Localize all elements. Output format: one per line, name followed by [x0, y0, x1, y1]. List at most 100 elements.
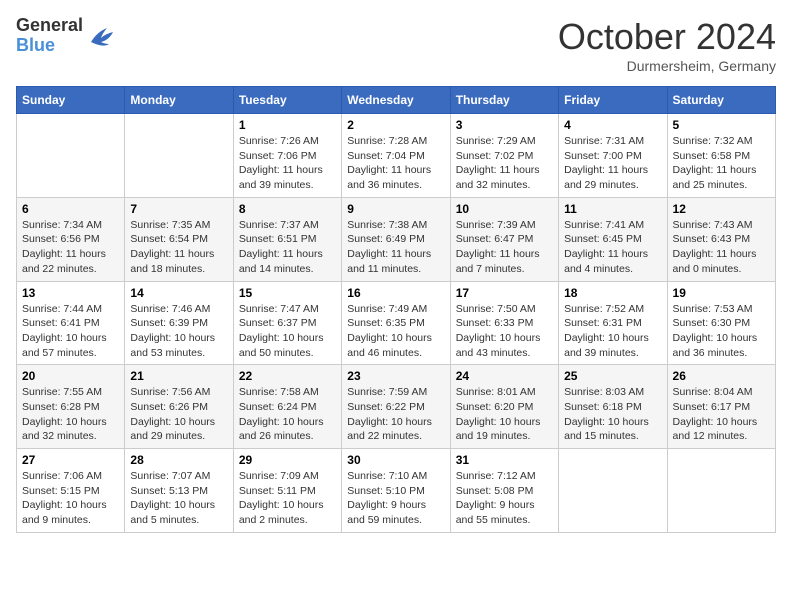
- day-number: 29: [239, 453, 336, 467]
- calendar-cell: 9 Sunrise: 7:38 AMSunset: 6:49 PMDaylight…: [342, 197, 450, 281]
- week-row-1: 1 Sunrise: 7:26 AMSunset: 7:06 PMDaylight…: [17, 114, 776, 198]
- day-number: 11: [564, 202, 661, 216]
- calendar-cell: 17 Sunrise: 7:50 AMSunset: 6:33 PMDayligh…: [450, 281, 558, 365]
- calendar-cell: 15Sunrise: 7:47 AMSunset: 6:37 PMDayligh…: [233, 281, 341, 365]
- day-info: Sunrise: 7:46 AMSunset: 6:39 PMDaylight:…: [130, 302, 227, 361]
- day-info: Sunrise: 7:29 AMSunset: 7:02 PMDaylight:…: [456, 134, 553, 193]
- logo-blue: Blue: [16, 35, 55, 55]
- calendar-cell: 13 Sunrise: 7:44 AMSunset: 6:41 PMDayligh…: [17, 281, 125, 365]
- day-number: 14: [130, 286, 227, 300]
- calendar-cell: 1 Sunrise: 7:26 AMSunset: 7:06 PMDaylight…: [233, 114, 341, 198]
- day-number: 2: [347, 118, 444, 132]
- calendar-cell: 5Sunrise: 7:32 AMSunset: 6:58 PMDaylight…: [667, 114, 775, 198]
- day-info: Sunrise: 7:59 AMSunset: 6:22 PMDaylight:…: [347, 385, 444, 444]
- calendar-cell: 12 Sunrise: 7:43 AMSunset: 6:43 PMDayligh…: [667, 197, 775, 281]
- day-number: 22: [239, 369, 336, 383]
- page-header: General Blue October 2024 Durmersheim, G…: [16, 16, 776, 74]
- logo-line1: General: [16, 16, 83, 36]
- day-number: 23: [347, 369, 444, 383]
- calendar-cell: 2 Sunrise: 7:28 AMSunset: 7:04 PMDaylight…: [342, 114, 450, 198]
- calendar-cell: 11 Sunrise: 7:41 AMSunset: 6:45 PMDayligh…: [559, 197, 667, 281]
- day-info: Sunrise: 7:41 AMSunset: 6:45 PMDaylight:…: [564, 218, 661, 277]
- calendar-cell: 25 Sunrise: 8:03 AMSunset: 6:18 PMDayligh…: [559, 365, 667, 449]
- day-number: 1: [239, 118, 336, 132]
- calendar-cell: 7Sunrise: 7:35 AMSunset: 6:54 PMDaylight…: [125, 197, 233, 281]
- calendar-cell: 19 Sunrise: 7:53 AMSunset: 6:30 PMDayligh…: [667, 281, 775, 365]
- calendar-cell: 30 Sunrise: 7:10 AMSunset: 5:10 PMDayligh…: [342, 449, 450, 533]
- calendar-cell: 21 Sunrise: 7:56 AMSunset: 6:26 PMDayligh…: [125, 365, 233, 449]
- calendar-cell: 24Sunrise: 8:01 AMSunset: 6:20 PMDayligh…: [450, 365, 558, 449]
- header-day-sunday: Sunday: [17, 87, 125, 114]
- day-number: 6: [22, 202, 119, 216]
- day-number: 24: [456, 369, 553, 383]
- day-info: Sunrise: 7:28 AMSunset: 7:04 PMDaylight:…: [347, 134, 444, 193]
- calendar-cell: 22 Sunrise: 7:58 AMSunset: 6:24 PMDayligh…: [233, 365, 341, 449]
- day-number: 31: [456, 453, 553, 467]
- calendar-cell: 4Sunrise: 7:31 AMSunset: 7:00 PMDaylight…: [559, 114, 667, 198]
- calendar-cell: 31Sunrise: 7:12 AMSunset: 5:08 PMDayligh…: [450, 449, 558, 533]
- header-day-friday: Friday: [559, 87, 667, 114]
- day-info: Sunrise: 7:50 AMSunset: 6:33 PMDaylight:…: [456, 302, 553, 361]
- day-number: 7: [130, 202, 227, 216]
- day-number: 19: [673, 286, 770, 300]
- calendar-cell: 20Sunrise: 7:55 AMSunset: 6:28 PMDayligh…: [17, 365, 125, 449]
- week-row-2: 6 Sunrise: 7:34 AMSunset: 6:56 PMDaylight…: [17, 197, 776, 281]
- header-day-thursday: Thursday: [450, 87, 558, 114]
- week-row-4: 20Sunrise: 7:55 AMSunset: 6:28 PMDayligh…: [17, 365, 776, 449]
- day-number: 10: [456, 202, 553, 216]
- day-info: Sunrise: 7:52 AMSunset: 6:31 PMDaylight:…: [564, 302, 661, 361]
- day-number: 25: [564, 369, 661, 383]
- day-info: Sunrise: 7:32 AMSunset: 6:58 PMDaylight:…: [673, 134, 770, 193]
- calendar-cell: 16Sunrise: 7:49 AMSunset: 6:35 PMDayligh…: [342, 281, 450, 365]
- calendar-cell: 14 Sunrise: 7:46 AMSunset: 6:39 PMDayligh…: [125, 281, 233, 365]
- day-info: Sunrise: 7:49 AMSunset: 6:35 PMDaylight:…: [347, 302, 444, 361]
- header-row: SundayMondayTuesdayWednesdayThursdayFrid…: [17, 87, 776, 114]
- day-number: 17: [456, 286, 553, 300]
- day-info: Sunrise: 7:43 AMSunset: 6:43 PMDaylight:…: [673, 218, 770, 277]
- day-number: 21: [130, 369, 227, 383]
- day-info: Sunrise: 7:58 AMSunset: 6:24 PMDaylight:…: [239, 385, 336, 444]
- header-day-saturday: Saturday: [667, 87, 775, 114]
- calendar-cell: 8 Sunrise: 7:37 AMSunset: 6:51 PMDaylight…: [233, 197, 341, 281]
- day-info: Sunrise: 7:56 AMSunset: 6:26 PMDaylight:…: [130, 385, 227, 444]
- day-info: Sunrise: 7:39 AMSunset: 6:47 PMDaylight:…: [456, 218, 553, 277]
- day-info: Sunrise: 7:44 AMSunset: 6:41 PMDaylight:…: [22, 302, 119, 361]
- day-number: 13: [22, 286, 119, 300]
- day-info: Sunrise: 7:06 AMSunset: 5:15 PMDaylight:…: [22, 469, 119, 528]
- day-number: 3: [456, 118, 553, 132]
- header-day-monday: Monday: [125, 87, 233, 114]
- week-row-3: 13 Sunrise: 7:44 AMSunset: 6:41 PMDayligh…: [17, 281, 776, 365]
- calendar-cell: 23 Sunrise: 7:59 AMSunset: 6:22 PMDayligh…: [342, 365, 450, 449]
- week-row-5: 27Sunrise: 7:06 AMSunset: 5:15 PMDayligh…: [17, 449, 776, 533]
- calendar-cell: 18 Sunrise: 7:52 AMSunset: 6:31 PMDayligh…: [559, 281, 667, 365]
- title-area: October 2024 Durmersheim, Germany: [558, 16, 776, 74]
- month-title: October 2024: [558, 16, 776, 58]
- day-info: Sunrise: 7:55 AMSunset: 6:28 PMDaylight:…: [22, 385, 119, 444]
- calendar-cell: 6 Sunrise: 7:34 AMSunset: 6:56 PMDaylight…: [17, 197, 125, 281]
- day-info: Sunrise: 7:53 AMSunset: 6:30 PMDaylight:…: [673, 302, 770, 361]
- day-info: Sunrise: 7:37 AMSunset: 6:51 PMDaylight:…: [239, 218, 336, 277]
- day-info: Sunrise: 8:04 AMSunset: 6:17 PMDaylight:…: [673, 385, 770, 444]
- day-info: Sunrise: 7:26 AMSunset: 7:06 PMDaylight:…: [239, 134, 336, 193]
- logo-line2: Blue: [16, 36, 83, 56]
- day-number: 18: [564, 286, 661, 300]
- day-info: Sunrise: 7:10 AMSunset: 5:10 PMDaylight:…: [347, 469, 444, 528]
- location: Durmersheim, Germany: [558, 58, 776, 74]
- day-number: 8: [239, 202, 336, 216]
- calendar-cell: 29 Sunrise: 7:09 AMSunset: 5:11 PMDayligh…: [233, 449, 341, 533]
- calendar-cell: 26Sunrise: 8:04 AMSunset: 6:17 PMDayligh…: [667, 365, 775, 449]
- day-number: 28: [130, 453, 227, 467]
- day-number: 12: [673, 202, 770, 216]
- day-number: 9: [347, 202, 444, 216]
- logo-bird-icon: [87, 24, 115, 48]
- day-info: Sunrise: 7:09 AMSunset: 5:11 PMDaylight:…: [239, 469, 336, 528]
- logo: General Blue: [16, 16, 115, 56]
- calendar-cell: 28Sunrise: 7:07 AMSunset: 5:13 PMDayligh…: [125, 449, 233, 533]
- day-info: Sunrise: 8:03 AMSunset: 6:18 PMDaylight:…: [564, 385, 661, 444]
- logo-general: General: [16, 15, 83, 35]
- day-info: Sunrise: 7:47 AMSunset: 6:37 PMDaylight:…: [239, 302, 336, 361]
- day-number: 30: [347, 453, 444, 467]
- calendar-cell: 10 Sunrise: 7:39 AMSunset: 6:47 PMDayligh…: [450, 197, 558, 281]
- day-info: Sunrise: 7:38 AMSunset: 6:49 PMDaylight:…: [347, 218, 444, 277]
- day-info: Sunrise: 7:34 AMSunset: 6:56 PMDaylight:…: [22, 218, 119, 277]
